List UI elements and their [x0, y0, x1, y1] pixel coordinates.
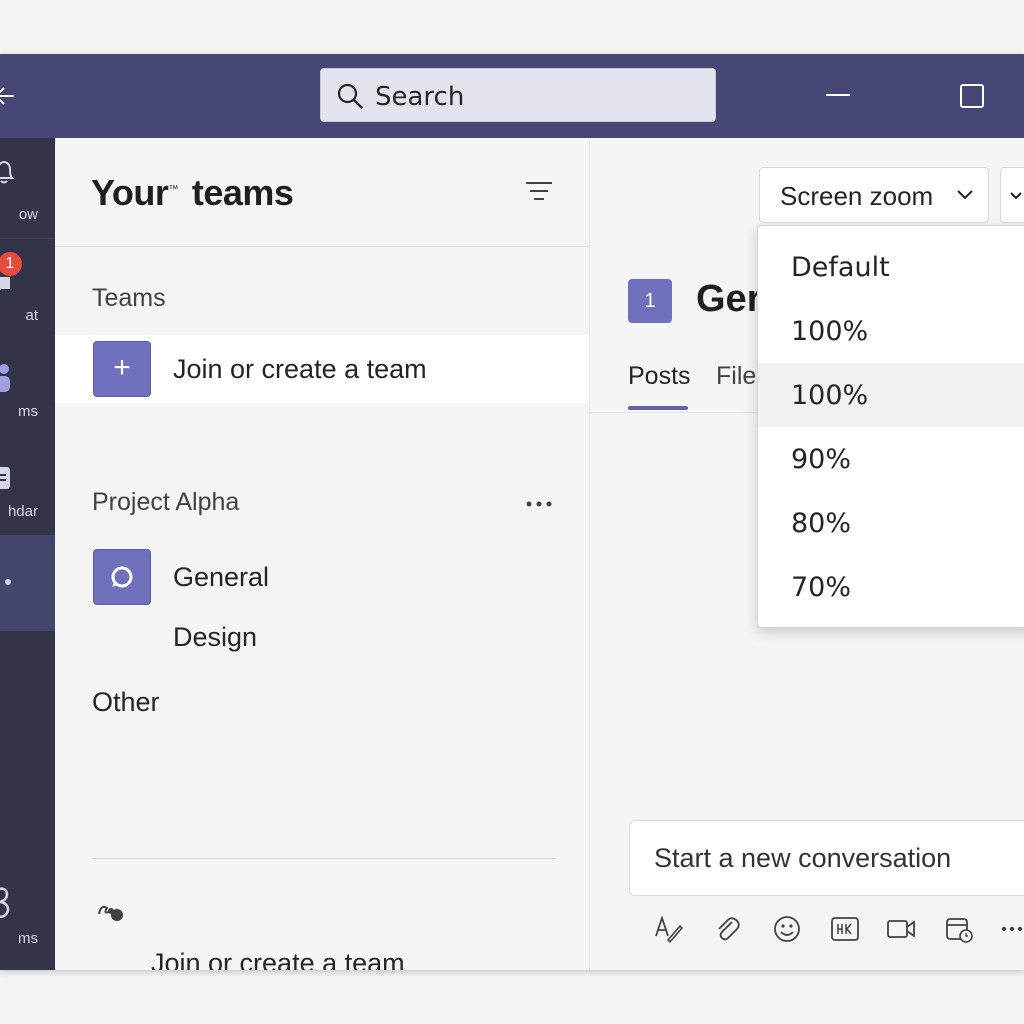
- more-tools-icon[interactable]: [998, 914, 1024, 944]
- chevron-down-icon: [956, 188, 974, 200]
- section-label-teams: Teams: [92, 284, 166, 312]
- zoom-option-label: 100%: [791, 316, 869, 347]
- channel-tile: 1: [628, 279, 672, 323]
- channel-design[interactable]: Design: [173, 622, 257, 653]
- zoom-option-label: 100%: [791, 380, 869, 411]
- format-icon[interactable]: [654, 914, 684, 944]
- rail-item-calendar[interactable]: hdar: [0, 439, 55, 539]
- team-name-project-alpha[interactable]: Project Alpha: [92, 488, 239, 517]
- search-icon: [337, 83, 363, 109]
- screen-zoom-label: Screen zoom: [780, 181, 934, 211]
- more-apps-icon: [5, 579, 11, 585]
- rail-label-calendar: hdar: [7, 503, 38, 520]
- compose-placeholder: Start a new conversation: [654, 843, 952, 873]
- rail-item-teams[interactable]: ms: [0, 339, 55, 439]
- search-input[interactable]: Search: [320, 68, 716, 122]
- channel-general[interactable]: General: [173, 562, 269, 593]
- team-avatar-icon: [93, 549, 151, 605]
- tab-active-indicator: [628, 406, 688, 410]
- back-arrow-icon[interactable]: [0, 82, 18, 110]
- gif-icon[interactable]: [830, 914, 860, 944]
- page-title: Your™ teams: [91, 172, 294, 214]
- title-trademark: ™: [168, 184, 178, 195]
- chat-icon: [0, 273, 14, 302]
- more-options-icon[interactable]: [525, 495, 555, 507]
- panel-divider: [55, 246, 589, 247]
- footer-divider: [92, 858, 556, 859]
- video-icon[interactable]: [886, 914, 916, 944]
- app-rail: ow 1 at ms hdar ms: [0, 138, 55, 970]
- rail-label-apps: ms: [18, 930, 38, 947]
- chat-badge: 1: [0, 252, 22, 276]
- teams-panel: Your™ teams Teams + Join or create a team…: [55, 138, 590, 970]
- zoom-option-label: Default: [791, 252, 890, 283]
- zoom-option-70[interactable]: 70%: [758, 555, 1024, 619]
- rail-label-chat: at: [25, 307, 38, 324]
- screen-zoom-button[interactable]: Screen zoom: [759, 167, 989, 223]
- title-bar: Search: [0, 54, 1024, 138]
- zoom-option-100-b[interactable]: 100%: [758, 363, 1024, 427]
- rail-label-activity: ow: [18, 206, 38, 223]
- compose-input[interactable]: Start a new conversation: [629, 820, 1024, 896]
- title-teams: teams: [191, 172, 294, 213]
- zoom-option-80[interactable]: 80%: [758, 491, 1024, 555]
- maximize-icon[interactable]: [960, 84, 984, 108]
- title-your: Your: [91, 172, 169, 213]
- secondary-dropdown-button[interactable]: [1000, 167, 1024, 223]
- join-create-team-row[interactable]: + Join or create a team: [55, 335, 589, 403]
- rail-item-more[interactable]: [0, 535, 55, 631]
- section-label-other: Other: [92, 687, 160, 717]
- tab-posts[interactable]: Posts: [628, 362, 691, 391]
- search-placeholder: Search: [375, 82, 465, 112]
- bell-icon: [0, 160, 16, 191]
- join-team-icon: [97, 900, 129, 924]
- filter-icon[interactable]: [525, 180, 553, 202]
- minimize-icon[interactable]: [826, 94, 850, 96]
- rail-item-apps[interactable]: ms: [0, 878, 55, 968]
- zoom-option-90[interactable]: 90%: [758, 427, 1024, 491]
- attach-icon[interactable]: [712, 914, 742, 944]
- join-create-label: Join or create a team: [173, 354, 427, 384]
- calendar-icon: [0, 465, 14, 496]
- chevron-down-icon: [1009, 188, 1023, 200]
- channel-title: Ger: [696, 278, 762, 320]
- rail-label-teams: ms: [18, 403, 38, 420]
- emoji-icon[interactable]: [772, 914, 802, 944]
- zoom-option-default[interactable]: Default: [758, 235, 1024, 299]
- zoom-option-label: 90%: [791, 444, 852, 475]
- zoom-option-label: 70%: [791, 572, 852, 603]
- plus-icon: +: [93, 341, 151, 397]
- apps-icon: [0, 886, 16, 925]
- footer-join-create-link[interactable]: Join or create a team: [151, 948, 405, 970]
- screen-zoom-menu: Default 100% 100% 90% 80% 70%: [757, 225, 1024, 628]
- teams-icon: [0, 363, 16, 400]
- rail-item-activity[interactable]: ow: [0, 138, 55, 238]
- schedule-meeting-icon[interactable]: [944, 914, 974, 944]
- rail-item-chat[interactable]: 1 at: [0, 239, 55, 339]
- zoom-option-label: 80%: [791, 508, 852, 539]
- tab-files[interactable]: File: [716, 362, 756, 391]
- zoom-option-100-a[interactable]: 100%: [758, 299, 1024, 363]
